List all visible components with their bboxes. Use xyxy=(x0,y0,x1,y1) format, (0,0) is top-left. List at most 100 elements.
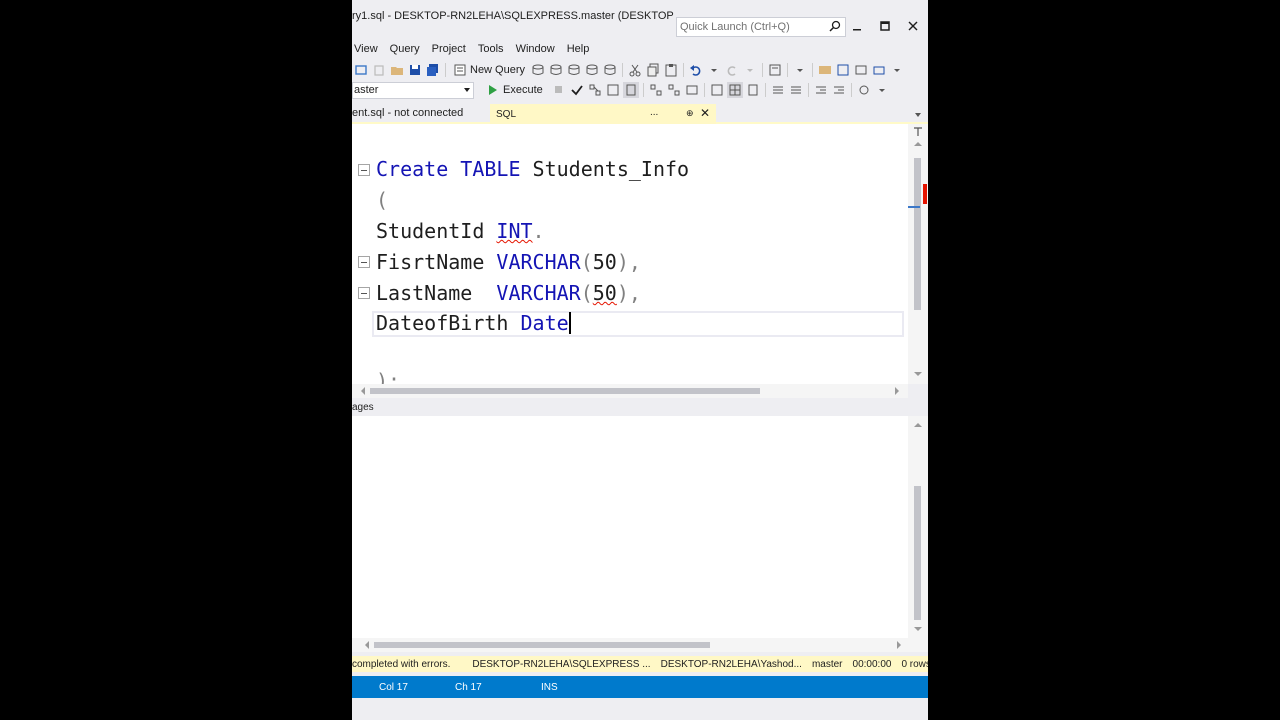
toolbar-separator xyxy=(445,63,446,77)
specify-template-values-icon[interactable] xyxy=(856,82,872,98)
results-horizontal-scrollbar[interactable] xyxy=(352,638,928,652)
decrease-indent-icon[interactable] xyxy=(813,82,829,98)
toolbar-separator xyxy=(762,63,764,77)
tab-sqlquery1[interactable]: SQL ... ⊕ ✕ xyxy=(490,104,716,124)
properties-icon[interactable] xyxy=(767,62,783,78)
toolbar-separator xyxy=(787,63,789,77)
paste-icon[interactable] xyxy=(663,62,679,78)
client-statistics-icon[interactable] xyxy=(684,82,700,98)
fold-collapse-icon[interactable] xyxy=(358,164,370,176)
scrollbar-thumb[interactable] xyxy=(914,486,921,620)
save-icon[interactable] xyxy=(407,62,423,78)
chevron-down-icon xyxy=(464,87,470,92)
query-status-elapsed: 00:00:00 xyxy=(852,658,892,670)
redo-dropdown-icon[interactable] xyxy=(742,62,758,78)
display-estimated-plan-icon[interactable] xyxy=(587,82,603,98)
object-explorer-icon[interactable] xyxy=(817,62,833,78)
undo-dropdown-icon[interactable] xyxy=(706,62,722,78)
uncomment-lines-icon[interactable] xyxy=(788,82,804,98)
sql-editor-toolbar: aster Execute xyxy=(352,80,928,100)
analysis-dmx-query-icon[interactable] xyxy=(566,62,582,78)
query-editor[interactable]: Create TABLE Students_Info ( StudentId I… xyxy=(352,124,908,393)
cut-icon[interactable] xyxy=(627,62,643,78)
menu-project[interactable]: Project xyxy=(426,43,472,55)
scroll-left-icon xyxy=(365,641,369,649)
analysis-dax-query-icon[interactable] xyxy=(602,62,618,78)
quick-launch-placeholder: Quick Launch (Ctrl+Q) xyxy=(680,21,790,33)
query-status-user: DESKTOP-RN2LEHA\Yashod... xyxy=(660,658,802,670)
new-project-icon[interactable] xyxy=(371,62,387,78)
messages-pane[interactable] xyxy=(352,416,908,638)
toolbar2-options-icon[interactable] xyxy=(874,82,890,98)
editor-scrollbar-markers xyxy=(908,127,927,376)
include-actual-plan-icon[interactable] xyxy=(648,82,664,98)
taskbar-area xyxy=(352,698,928,720)
navigate-back-icon[interactable] xyxy=(353,62,369,78)
available-databases-select[interactable]: aster xyxy=(352,81,474,99)
fold-collapse-icon[interactable] xyxy=(358,256,370,268)
solution-dropdown-icon[interactable] xyxy=(792,62,808,78)
menu-query[interactable]: Query xyxy=(384,43,426,55)
scrollbar-thumb[interactable] xyxy=(374,642,710,648)
results-to-file-icon[interactable] xyxy=(745,82,761,98)
menu-window[interactable]: Window xyxy=(510,43,561,55)
close-icon xyxy=(908,21,918,31)
tab-student-sql[interactable]: ent.sql - not connected xyxy=(352,107,463,119)
analysis-mdx-query-icon[interactable] xyxy=(548,62,564,78)
minimize-button[interactable] xyxy=(850,20,864,34)
new-query-button[interactable]: New Query xyxy=(453,63,525,77)
live-query-stats-icon[interactable] xyxy=(666,82,682,98)
toolbar-separator xyxy=(812,63,814,77)
execute-button[interactable]: Execute xyxy=(488,84,543,96)
pin-icon[interactable]: ⊕ xyxy=(686,108,694,119)
code-line-6: DateofBirth Date xyxy=(376,311,571,335)
copy-icon[interactable] xyxy=(645,62,661,78)
comment-lines-icon[interactable] xyxy=(770,82,786,98)
results-to-grid-icon[interactable] xyxy=(726,82,743,98)
play-icon xyxy=(489,85,497,95)
maximize-icon xyxy=(880,21,890,31)
tab-sqlquery1-label: SQL xyxy=(496,108,517,120)
registered-servers-icon[interactable] xyxy=(853,62,869,78)
results-to-text-icon[interactable] xyxy=(709,82,725,98)
tab-list-dropdown-icon[interactable] xyxy=(915,113,921,117)
intellisense-enabled-icon[interactable] xyxy=(622,82,639,98)
redo-icon[interactable] xyxy=(724,62,740,78)
analysis-xmla-query-icon[interactable] xyxy=(584,62,600,78)
editor-vertical-scrollbar[interactable] xyxy=(908,124,928,384)
results-vertical-scrollbar[interactable] xyxy=(908,416,928,638)
increase-indent-icon[interactable] xyxy=(831,82,847,98)
query-options-icon[interactable] xyxy=(605,82,621,98)
toolbox-icon[interactable] xyxy=(871,62,887,78)
cancel-query-icon[interactable] xyxy=(551,82,567,98)
menu-help[interactable]: Help xyxy=(561,43,596,55)
close-window-button[interactable] xyxy=(906,19,920,33)
code-line-4: FisrtName VARCHAR(50), xyxy=(376,250,641,274)
code-line-1: Create TABLE Students_Info xyxy=(376,157,690,181)
editor-horizontal-scrollbar[interactable] xyxy=(352,384,908,398)
query-status-bar: completed with errors. DESKTOP-RN2LEHA\S… xyxy=(352,656,928,672)
quick-launch-input[interactable]: Quick Launch (Ctrl+Q) xyxy=(676,17,846,37)
menu-tools[interactable]: Tools xyxy=(472,43,510,55)
text-caret xyxy=(568,312,571,334)
code-line-3: StudentId INT. xyxy=(376,219,545,243)
status-column: Col 17 xyxy=(379,681,408,693)
menu-view[interactable]: View xyxy=(352,43,384,55)
query-status-rows: 0 rows xyxy=(901,658,928,670)
scrollbar-thumb[interactable] xyxy=(370,388,760,394)
selected-database: aster xyxy=(354,83,379,96)
database-engine-query-icon[interactable] xyxy=(530,62,546,78)
tab-messages[interactable]: ages xyxy=(352,402,374,413)
maximize-button[interactable] xyxy=(878,19,892,33)
open-folder-icon[interactable] xyxy=(389,62,405,78)
search-icon xyxy=(829,20,841,32)
save-all-icon[interactable] xyxy=(425,62,441,78)
toolbar-options-icon[interactable] xyxy=(889,62,905,78)
undo-icon[interactable] xyxy=(688,62,704,78)
parse-checkmark-icon[interactable] xyxy=(569,82,585,98)
close-tab-icon[interactable]: ✕ xyxy=(700,106,710,120)
toolbar-separator xyxy=(850,83,852,97)
template-explorer-icon[interactable] xyxy=(835,62,851,78)
fold-collapse-icon[interactable] xyxy=(358,287,370,299)
toolbar-separator xyxy=(642,83,644,97)
